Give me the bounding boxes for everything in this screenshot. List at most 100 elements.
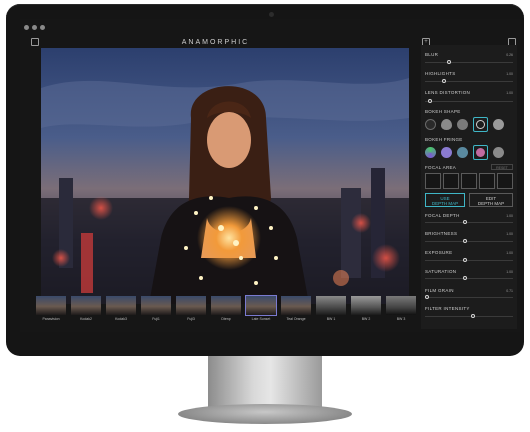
brightness-slider[interactable] [425, 239, 513, 243]
use-depth-map-line2: DEPTH MAP [431, 201, 459, 206]
exposure-slider[interactable] [425, 258, 513, 262]
camera-dot [269, 12, 274, 17]
exposure-value: 1.00 [506, 251, 513, 255]
edit-depth-map-button[interactable]: EDIT DEPTH MAP [469, 193, 513, 207]
filter-thumb-label: Kodak2 [80, 317, 92, 321]
filter-thumb-image [281, 296, 311, 315]
film-grain-value: 0.71 [506, 289, 513, 293]
filter-thumb[interactable]: BW 3 [386, 296, 416, 324]
filter-intensity-label: FILTER INTENSITY [425, 306, 470, 311]
filter-thumb[interactable]: BW 1 [316, 296, 346, 324]
filter-thumb-label: Panavision [42, 317, 60, 321]
filter-thumb-image [245, 295, 277, 316]
focal-depth-label: FOCAL DEPTH [425, 213, 460, 218]
brightness-label: BRIGHTNESS [425, 231, 458, 236]
filter-thumb-image [36, 296, 66, 315]
app-window: ANAMORPHIC + Panavision Kodak2 Kodak3 Fu… [20, 19, 521, 332]
close-window-button[interactable] [24, 25, 29, 30]
film-grain-label: FILM GRAIN [425, 288, 454, 293]
use-depth-map-button[interactable]: USE DEPTH MAP [425, 193, 465, 207]
saturation-value: 1.00 [506, 270, 513, 274]
lens-distortion-label: LENS DISTORTION [425, 90, 471, 95]
saturation-label: SATURATION [425, 269, 457, 274]
ring-icon [476, 120, 485, 129]
highlights-slider[interactable] [425, 79, 513, 83]
focal-area-label: FOCAL AREA [425, 165, 457, 170]
filter-thumb-label: Teal Orange [286, 317, 306, 321]
filter-thumb[interactable]: Dtenp [211, 296, 241, 324]
filter-thumb-image [71, 296, 101, 315]
blur-label: BLUR [425, 52, 439, 57]
exposure-slider-knob[interactable] [463, 258, 467, 262]
highlights-value: 1.00 [506, 72, 513, 76]
lens-distortion-value: 1.00 [506, 91, 513, 95]
lens-distortion-slider-knob[interactable] [428, 99, 432, 103]
highlights-label: HIGHLIGHTS [425, 71, 456, 76]
saturation-slider[interactable] [425, 276, 513, 280]
photo-preview[interactable] [41, 48, 409, 304]
fringe-teal[interactable] [457, 147, 468, 158]
filter-intensity-slider-knob[interactable] [471, 314, 475, 318]
filter-thumb[interactable]: Kodak3 [106, 296, 136, 324]
focal-area-option[interactable] [443, 173, 459, 189]
lens-distortion-slider[interactable] [425, 99, 513, 103]
focal-area-option[interactable] [497, 173, 513, 189]
bokeh-shape-oval[interactable] [441, 119, 452, 130]
focal-area-reset-button[interactable]: RESET [491, 164, 513, 170]
focal-depth-slider[interactable] [425, 220, 513, 224]
filter-thumb[interactable]: Fuji1 [141, 296, 171, 324]
filter-thumb[interactable]: Fuji3 [176, 296, 206, 324]
filter-thumb-image [386, 296, 416, 315]
filter-thumb-label: Fuji1 [152, 317, 160, 321]
fringe-selected[interactable] [473, 145, 488, 160]
monitor-bezel: ANAMORPHIC + Panavision Kodak2 Kodak3 Fu… [6, 4, 524, 356]
focal-area-option[interactable] [479, 173, 495, 189]
bokeh-shape-hexagon[interactable] [425, 119, 436, 130]
blur-value: 0.26 [506, 53, 513, 57]
filter-thumb-image [351, 296, 381, 315]
maximize-window-button[interactable] [40, 25, 45, 30]
blur-slider[interactable] [425, 60, 513, 64]
filter-intensity-slider[interactable] [425, 314, 513, 318]
filter-thumb[interactable]: BW 2 [351, 296, 381, 324]
blur-slider-knob[interactable] [447, 60, 451, 64]
filter-thumb-label: BW 2 [361, 317, 371, 321]
filter-thumb[interactable]: Kodak2 [71, 296, 101, 324]
filter-thumb-label: BW 3 [396, 317, 406, 321]
film-grain-slider[interactable] [425, 295, 513, 299]
brightness-slider-knob[interactable] [463, 239, 467, 243]
bokeh-shape-soft[interactable] [493, 119, 504, 130]
filter-thumb-label: BW 1 [326, 317, 336, 321]
fringe-pink-icon [476, 148, 485, 157]
fringe-gray[interactable] [493, 147, 504, 158]
filter-thumb-image [316, 296, 346, 315]
adjustments-panel: BLUR 0.26 HIGHLIGHTS 1.00 LENS DISTORTIO… [421, 45, 517, 329]
exposure-label: EXPOSURE [425, 250, 453, 255]
filter-thumb-image [176, 296, 206, 315]
focal-area-option[interactable] [425, 173, 441, 189]
filter-thumb-label: Dtenp [221, 317, 231, 321]
filter-thumb-label: Late Sunset [251, 317, 271, 321]
bokeh-shape-ring-selected[interactable] [473, 117, 488, 132]
filter-thumb-image [141, 296, 171, 315]
highlights-slider-knob[interactable] [442, 79, 446, 83]
filter-thumb[interactable]: Teal Orange [281, 296, 311, 324]
filter-thumb-label: Fuji3 [187, 317, 195, 321]
filter-thumb-label: Kodak3 [115, 317, 127, 321]
bokeh-shape-circle[interactable] [457, 119, 468, 130]
filter-thumb-image [211, 296, 241, 315]
fringe-purple[interactable] [441, 147, 452, 158]
focal-area-option[interactable] [461, 173, 477, 189]
fringe-green[interactable] [425, 147, 436, 158]
film-grain-slider-knob[interactable] [425, 295, 429, 299]
edit-depth-map-line2: DEPTH MAP [477, 201, 505, 206]
filter-filmstrip: Panavision Kodak2 Kodak3 Fuji1 Fuji3 Dte… [36, 295, 419, 326]
saturation-slider-knob[interactable] [463, 276, 467, 280]
filter-thumb-selected[interactable]: Late Sunset [245, 295, 277, 324]
brightness-value: 1.00 [506, 232, 513, 236]
minimize-window-button[interactable] [32, 25, 37, 30]
bokeh-shape-label: BOKEH SHAPE [425, 109, 461, 114]
focal-depth-slider-knob[interactable] [463, 220, 467, 224]
filter-thumb[interactable]: Panavision [36, 296, 66, 324]
bokeh-fringe-label: BOKEH FRINGE [425, 137, 463, 142]
